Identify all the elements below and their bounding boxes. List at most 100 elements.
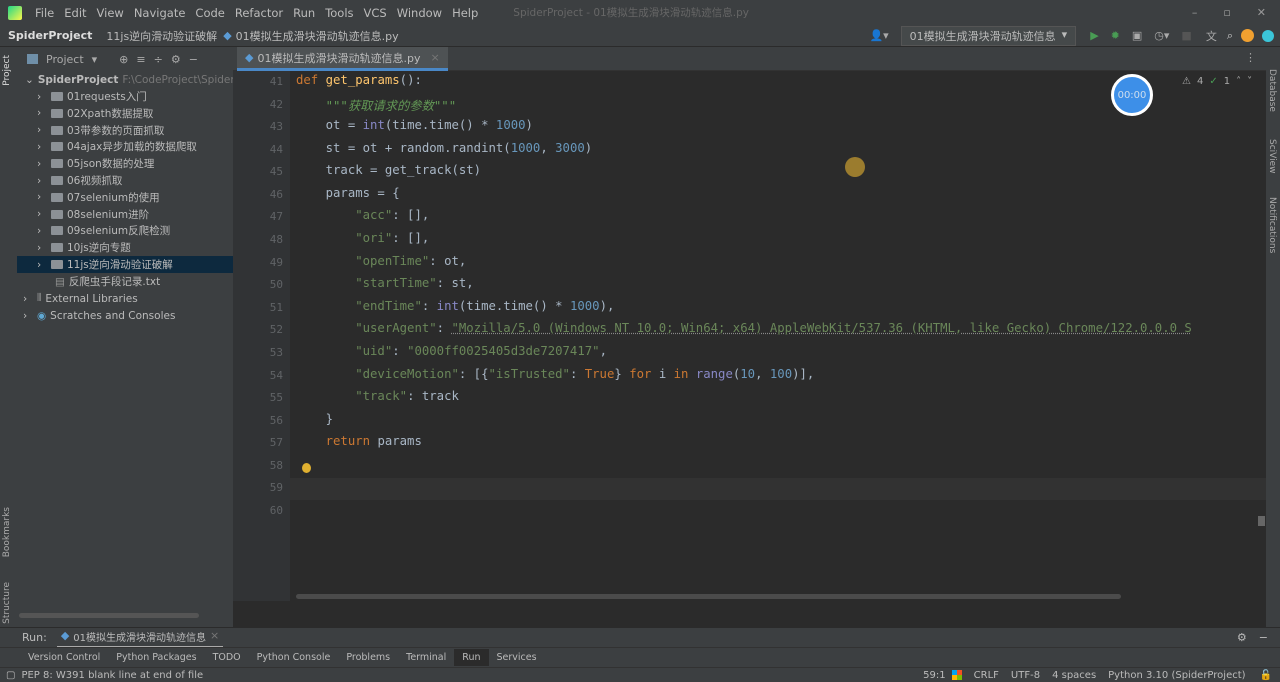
tool-window-terminal[interactable]: Terminal [398, 652, 454, 663]
menu-run[interactable]: Run [288, 6, 320, 20]
tree-external-libraries[interactable]: › ⫴ External Libraries [17, 290, 233, 307]
close-button[interactable]: ✕ [1257, 6, 1266, 19]
run-config-select[interactable]: 01模拟生成滑块滑动轨迹信息 ▾ [900, 25, 1077, 46]
structure-tool-tab[interactable]: Structure [2, 582, 12, 624]
tool-window-python-console[interactable]: Python Console [249, 652, 339, 663]
status-message[interactable]: PEP 8: W391 blank line at end of file [21, 670, 203, 681]
run-tab[interactable]: ◆ 01模拟生成滑块滑动轨迹信息 × [56, 627, 224, 648]
locate-icon[interactable]: ⊕ [119, 53, 128, 66]
menu-refactor[interactable]: Refactor [230, 6, 288, 20]
code-line[interactable]: def get_params(): [296, 73, 422, 87]
tree-scratches[interactable]: › ◉ Scratches and Consoles [17, 307, 233, 324]
more-icon[interactable]: ⋮ [1245, 51, 1256, 64]
code-line[interactable]: "acc": [], [296, 208, 429, 222]
tree-folder[interactable]: › 01requests入门 [17, 88, 233, 105]
menu-code[interactable]: Code [190, 6, 229, 20]
project-view-select[interactable]: Project [46, 53, 84, 66]
translate-icon[interactable]: 文 [1206, 28, 1217, 44]
tree-folder[interactable]: › 07selenium的使用 [17, 189, 233, 206]
sciview-tool-tab[interactable]: SciView [1267, 139, 1277, 174]
tree-folder[interactable]: › 04ajax异步加载的数据爬取 [17, 138, 233, 155]
project-tool-tab[interactable]: Project [2, 55, 12, 86]
menu-help[interactable]: Help [447, 6, 483, 20]
bulb-icon[interactable] [302, 463, 311, 473]
close-tab-icon[interactable]: × [210, 629, 219, 644]
stop-icon[interactable]: ■ [1181, 29, 1191, 42]
code-line[interactable]: """获取请求的参数""" [296, 96, 457, 114]
collapse-all-icon[interactable]: ÷ [154, 53, 163, 66]
code-line[interactable]: } [296, 412, 333, 426]
code-line[interactable]: "startTime": st, [296, 276, 473, 290]
chevron-down-icon[interactable]: ▾ [92, 53, 98, 66]
tool-window-run[interactable]: Run [454, 649, 489, 666]
menu-window[interactable]: Window [392, 6, 447, 20]
tree-folder[interactable]: › 03带参数的页面抓取 [17, 122, 233, 139]
indent[interactable]: 4 spaces [1046, 670, 1102, 681]
horizontal-scrollbar[interactable] [19, 613, 199, 618]
code-line[interactable]: "endTime": int(time.time() * 1000), [296, 299, 614, 313]
menu-navigate[interactable]: Navigate [129, 6, 191, 20]
tree-folder[interactable]: › 11js逆向滑动验证破解 [17, 256, 233, 273]
encoding[interactable]: UTF-8 [1005, 670, 1046, 681]
menu-edit[interactable]: Edit [59, 6, 91, 20]
code-line[interactable]: "userAgent": "Mozilla/5.0 (Windows NT 10… [296, 321, 1192, 335]
debug-icon[interactable]: ✹ [1111, 29, 1120, 42]
menu-file[interactable]: File [30, 6, 59, 20]
plugin-icon[interactable] [1262, 29, 1274, 42]
user-icon[interactable]: 👤▾ [869, 29, 888, 42]
tool-window-python-packages[interactable]: Python Packages [108, 652, 204, 663]
gear-icon[interactable]: ⚙ [171, 53, 181, 66]
code-line[interactable]: "track": track [296, 389, 459, 403]
code-line[interactable]: "deviceMotion": [{"isTrusted": True} for… [296, 367, 814, 381]
editor[interactable] [233, 47, 1266, 627]
code-line[interactable]: st = ot + random.randint(1000, 3000) [296, 141, 593, 155]
code-line[interactable]: return params [296, 434, 422, 448]
code-line[interactable]: "openTime": ot, [296, 254, 466, 268]
menu-vcs[interactable]: VCS [359, 6, 392, 20]
hide-icon[interactable]: − [189, 53, 198, 66]
coverage-icon[interactable]: ▣ [1132, 29, 1142, 42]
tree-folder[interactable]: › 10js逆向专题 [17, 239, 233, 256]
breadcrumb-file[interactable]: 01模拟生成滑块滑动轨迹信息.py [232, 28, 403, 44]
tree-folder[interactable]: › 08selenium进阶 [17, 206, 233, 223]
timer-widget[interactable]: 00:00 [1111, 74, 1153, 116]
tree-folder[interactable]: › 05json数据的处理 [17, 155, 233, 172]
tree-folder[interactable]: › 09selenium反爬检测 [17, 222, 233, 239]
notifications-tool-tab[interactable]: Notifications [1267, 197, 1277, 253]
breadcrumb-project[interactable]: SpiderProject [0, 29, 100, 42]
breadcrumb-folder[interactable]: 11js逆向滑动验证破解 [100, 28, 223, 44]
editor-tab[interactable]: ◆ 01模拟生成滑块滑动轨迹信息.py × [237, 47, 448, 71]
tool-window-todo[interactable]: TODO [205, 652, 249, 663]
menu-view[interactable]: View [92, 6, 129, 20]
tree-folder[interactable]: › 06视频抓取 [17, 172, 233, 189]
close-tab-icon[interactable]: × [430, 51, 439, 64]
run-icon[interactable]: ▶ [1090, 29, 1098, 42]
code-line[interactable]: "ori": [], [296, 231, 429, 245]
code-line[interactable]: track = get_track(st) [296, 163, 481, 177]
database-tool-tab[interactable]: Database [1267, 69, 1277, 112]
minimize-button[interactable]: – [1192, 6, 1198, 19]
gear-icon[interactable]: ⚙ [1237, 631, 1259, 644]
editor-horizontal-scrollbar[interactable] [296, 594, 1121, 599]
lock-icon[interactable]: 🔓 [1252, 670, 1280, 681]
code-line[interactable]: ot = int(time.time() * 1000) [296, 118, 533, 132]
search-icon[interactable]: ⌕ [1227, 29, 1233, 43]
line-separator[interactable]: CRLF [968, 670, 1005, 681]
tree-root[interactable]: ⌄ SpiderProject F:\CodeProject\Spider [17, 71, 235, 88]
inspection-widget[interactable]: ⚠ 4 ✓ 1 ˄ ˅ [1182, 76, 1252, 87]
tree-folder[interactable]: › 02Xpath数据提取 [17, 105, 233, 122]
code-line[interactable]: "uid": "0000ff0025405d3de7207417", [296, 344, 607, 358]
interpreter[interactable]: Python 3.10 (SpiderProject) [1102, 670, 1251, 681]
expand-all-icon[interactable]: ≡ [136, 53, 145, 66]
next-icon[interactable]: ˅ [1247, 76, 1252, 87]
hide-icon[interactable]: − [1259, 631, 1280, 644]
profile-icon[interactable]: ◷▾ [1154, 29, 1169, 42]
tree-file[interactable]: ▤ 反爬虫手段记录.txt [17, 273, 233, 290]
previous-icon[interactable]: ˄ [1236, 76, 1241, 87]
tool-window-version-control[interactable]: Version Control [20, 652, 108, 663]
menu-tools[interactable]: Tools [320, 6, 358, 20]
tool-window-services[interactable]: Services [489, 652, 545, 663]
code-line[interactable]: params = { [296, 186, 400, 200]
caret-position[interactable]: 59:1 [917, 670, 951, 681]
update-icon[interactable] [1241, 29, 1254, 42]
